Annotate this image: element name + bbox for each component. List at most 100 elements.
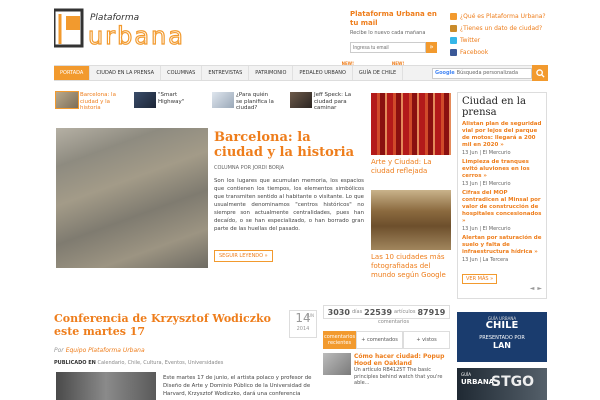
nav-patrimonio[interactable]: PATRIMONIO	[249, 66, 294, 80]
facebook-icon	[450, 48, 457, 56]
new-badge: NEW!	[391, 61, 405, 66]
press-widget: Ciudad en la prensa Alistan plan de segu…	[457, 92, 547, 299]
article-tags: PUBLICADO EN Calendario, Chile, Cultura,…	[54, 360, 223, 366]
article-byline: Por Equipo Plataforma Urbana	[54, 347, 145, 354]
stat-articles-label: artículos	[394, 309, 416, 315]
comment-text: Un artículo RB4125T The basic principles…	[354, 367, 443, 386]
list-item[interactable]: Cómo hacer ciudad: Popup Hood en Oakland…	[323, 353, 450, 387]
stat-comments: 87919	[417, 307, 446, 317]
top-links: ¿Qué es Plataforma Urbana? ¿Tienes un da…	[450, 10, 570, 58]
stat-articles: 22539	[364, 307, 393, 317]
newsletter-submit-button[interactable]: »	[426, 42, 437, 53]
press-headline: Limpieza de tranques evitó aluviones en …	[462, 159, 530, 179]
feature-title[interactable]: Barcelona: la ciudad y la historia	[214, 130, 364, 160]
nav-portada[interactable]: PORTADA	[54, 66, 91, 80]
google-label: Google	[435, 70, 455, 76]
article-title[interactable]: Conferencia de Krzysztof Wodiczko este m…	[54, 312, 284, 338]
byline-author[interactable]: Equipo Plataforma Urbana	[66, 347, 145, 354]
stat-days-label: días	[351, 309, 363, 315]
search-placeholder: Búsqueda personalizada	[456, 70, 519, 76]
article-year: 2014	[296, 326, 310, 332]
slider-thumb-3[interactable]: ¿Para quién se planifica la ciudad?	[212, 92, 274, 112]
press-meta: 13 Jun | El Mercurio	[462, 226, 511, 232]
link-twitter[interactable]: Twitter	[450, 34, 570, 46]
tab-most-viewed[interactable]: + vistos	[403, 331, 450, 349]
press-more-button[interactable]: VER MÁS »	[462, 274, 498, 284]
nav-pedaleo-label: PEDALEO URBANO	[299, 70, 346, 76]
feature-image[interactable]	[56, 128, 208, 268]
ad-guia-urbana-chile[interactable]: GUÍA URBANA CHILE PRESENTADO POR LAN	[457, 312, 547, 362]
nav-guia-label: GUÍA DE CHILE	[358, 70, 397, 76]
thumb-title: Jeff Speck: La ciudad para caminar	[314, 92, 352, 111]
published-label: PUBLICADO EN	[54, 360, 96, 366]
search-button[interactable]	[532, 65, 548, 81]
comment-headline: Cómo hacer ciudad: Popup Hood en Oakland	[354, 353, 445, 367]
comment-text-block: Cómo hacer ciudad: Popup Hood en Oakland…	[354, 353, 450, 387]
press-item[interactable]: Cifras del MOP contradicen al Minsal por…	[458, 189, 546, 234]
page: Plataforma urbana Plataforma Urbana en t…	[0, 0, 600, 400]
story-image-2[interactable]	[371, 190, 451, 250]
article-month: JUN	[306, 313, 314, 318]
press-headline: Cifras del MOP contradicen al Minsal por…	[462, 190, 542, 224]
article-image[interactable]	[56, 372, 156, 400]
slider-thumb-1[interactable]: Barcelona: la ciudad y la historia	[55, 91, 118, 112]
story-caption-1[interactable]: Arte y Ciudad: La ciudad reflejada	[371, 158, 453, 176]
nav-guia-de-chile[interactable]: GUÍA DE CHILE NEW!	[353, 61, 404, 80]
link-about-label: ¿Qué es Plataforma Urbana?	[460, 12, 546, 20]
press-headline: Alertan por saturación de suelo y falta …	[462, 235, 542, 255]
link-tip[interactable]: ¿Tienes un dato de ciudad?	[450, 22, 570, 34]
comment-thumb	[323, 353, 351, 375]
ad2-city-text: STGO	[491, 374, 535, 390]
byline-prefix: Por	[54, 347, 64, 354]
tags-list[interactable]: Calendario, Chile, Cultura, Eventos, Uni…	[97, 360, 223, 366]
thumb-title: ¿Para quién se planifica la ciudad?	[236, 92, 274, 111]
ad-lan-logo: LAN	[493, 341, 511, 350]
nav-pedaleo-urbano[interactable]: PEDALEO URBANO NEW!	[293, 61, 354, 80]
logo-bottom-text: urbana	[88, 22, 185, 50]
press-item[interactable]: Alertan por saturación de suelo y falta …	[458, 234, 546, 265]
pencil-icon	[450, 24, 457, 32]
article-body: Este martes 17 de junio, el artista pola…	[163, 375, 312, 397]
press-item[interactable]: Limpieza de tranques evitó aluviones en …	[458, 158, 546, 189]
tab-recent-comments[interactable]: comentarios recientes	[323, 331, 357, 349]
comments-list: Cómo hacer ciudad: Popup Hood en Oakland…	[323, 353, 450, 390]
nav-columnas[interactable]: COLUMNAS	[161, 66, 203, 80]
press-title: Ciudad en la prensa	[462, 96, 526, 118]
tab-most-commented[interactable]: + comentados	[356, 331, 404, 349]
story-caption-2[interactable]: Las 10 ciudades más fotografiadas del mu…	[371, 253, 453, 280]
press-meta: 13 Jun | La Tercera	[462, 257, 509, 263]
search-input[interactable]: Google Búsqueda personalizada	[432, 67, 532, 79]
newsletter-form: »	[350, 42, 442, 53]
slider-thumb-2[interactable]: "Smart Highway"	[134, 92, 196, 108]
newsletter-title: Plataforma Urbana en tu mail	[350, 10, 437, 27]
link-about[interactable]: ¿Qué es Plataforma Urbana?	[450, 10, 570, 22]
thumb-image	[134, 92, 156, 108]
comments-tabs: comentarios recientes + comentados + vis…	[323, 331, 450, 349]
press-pager: ◄ ►	[530, 285, 542, 292]
ad2-big-text: URBANA	[461, 378, 495, 386]
nav-entrevistas[interactable]: ENTREVISTAS	[202, 66, 250, 80]
feature-body: Son los lugares que acumulan memoria, lo…	[214, 178, 364, 232]
press-item[interactable]: Alistan plan de seguridad vial por lejos…	[458, 120, 546, 158]
link-facebook[interactable]: Facebook	[450, 46, 570, 58]
thumb-title: Barcelona: la ciudad y la historia	[80, 92, 116, 111]
press-meta: 13 Jun | El Mercurio	[462, 150, 511, 156]
thumb-title: "Smart Highway"	[158, 92, 185, 105]
ad-guia-stgo[interactable]: GUÍA URBANA STGO	[457, 368, 547, 400]
story-image-1[interactable]	[371, 93, 451, 155]
stat-comments-label: comentarios	[378, 319, 410, 325]
next-arrow-icon[interactable]: ►	[537, 285, 542, 292]
ad-big-text: CHILE	[485, 320, 519, 331]
press-meta: 13 Jun | El Mercurio	[462, 181, 511, 187]
email-field[interactable]	[350, 42, 426, 53]
link-twitter-label: Twitter	[460, 36, 481, 44]
slider-thumb-4[interactable]: Jeff Speck: La ciudad para caminar	[290, 92, 352, 112]
thumb-image	[290, 92, 312, 108]
read-more-button[interactable]: SEGUIR LEYENDO »	[214, 250, 273, 262]
article-date: 14 JUN 2014	[289, 310, 317, 338]
site-stats: 3030 días 22539 artículos 87919	[323, 305, 450, 319]
nav-ciudad-en-la-prensa[interactable]: CIUDAD EN LA PRENSA	[90, 66, 162, 80]
prev-arrow-icon[interactable]: ◄	[530, 285, 535, 292]
site-logo[interactable]: Plataforma urbana	[54, 6, 232, 50]
press-headline: Alistan plan de seguridad vial por lejos…	[462, 121, 542, 148]
